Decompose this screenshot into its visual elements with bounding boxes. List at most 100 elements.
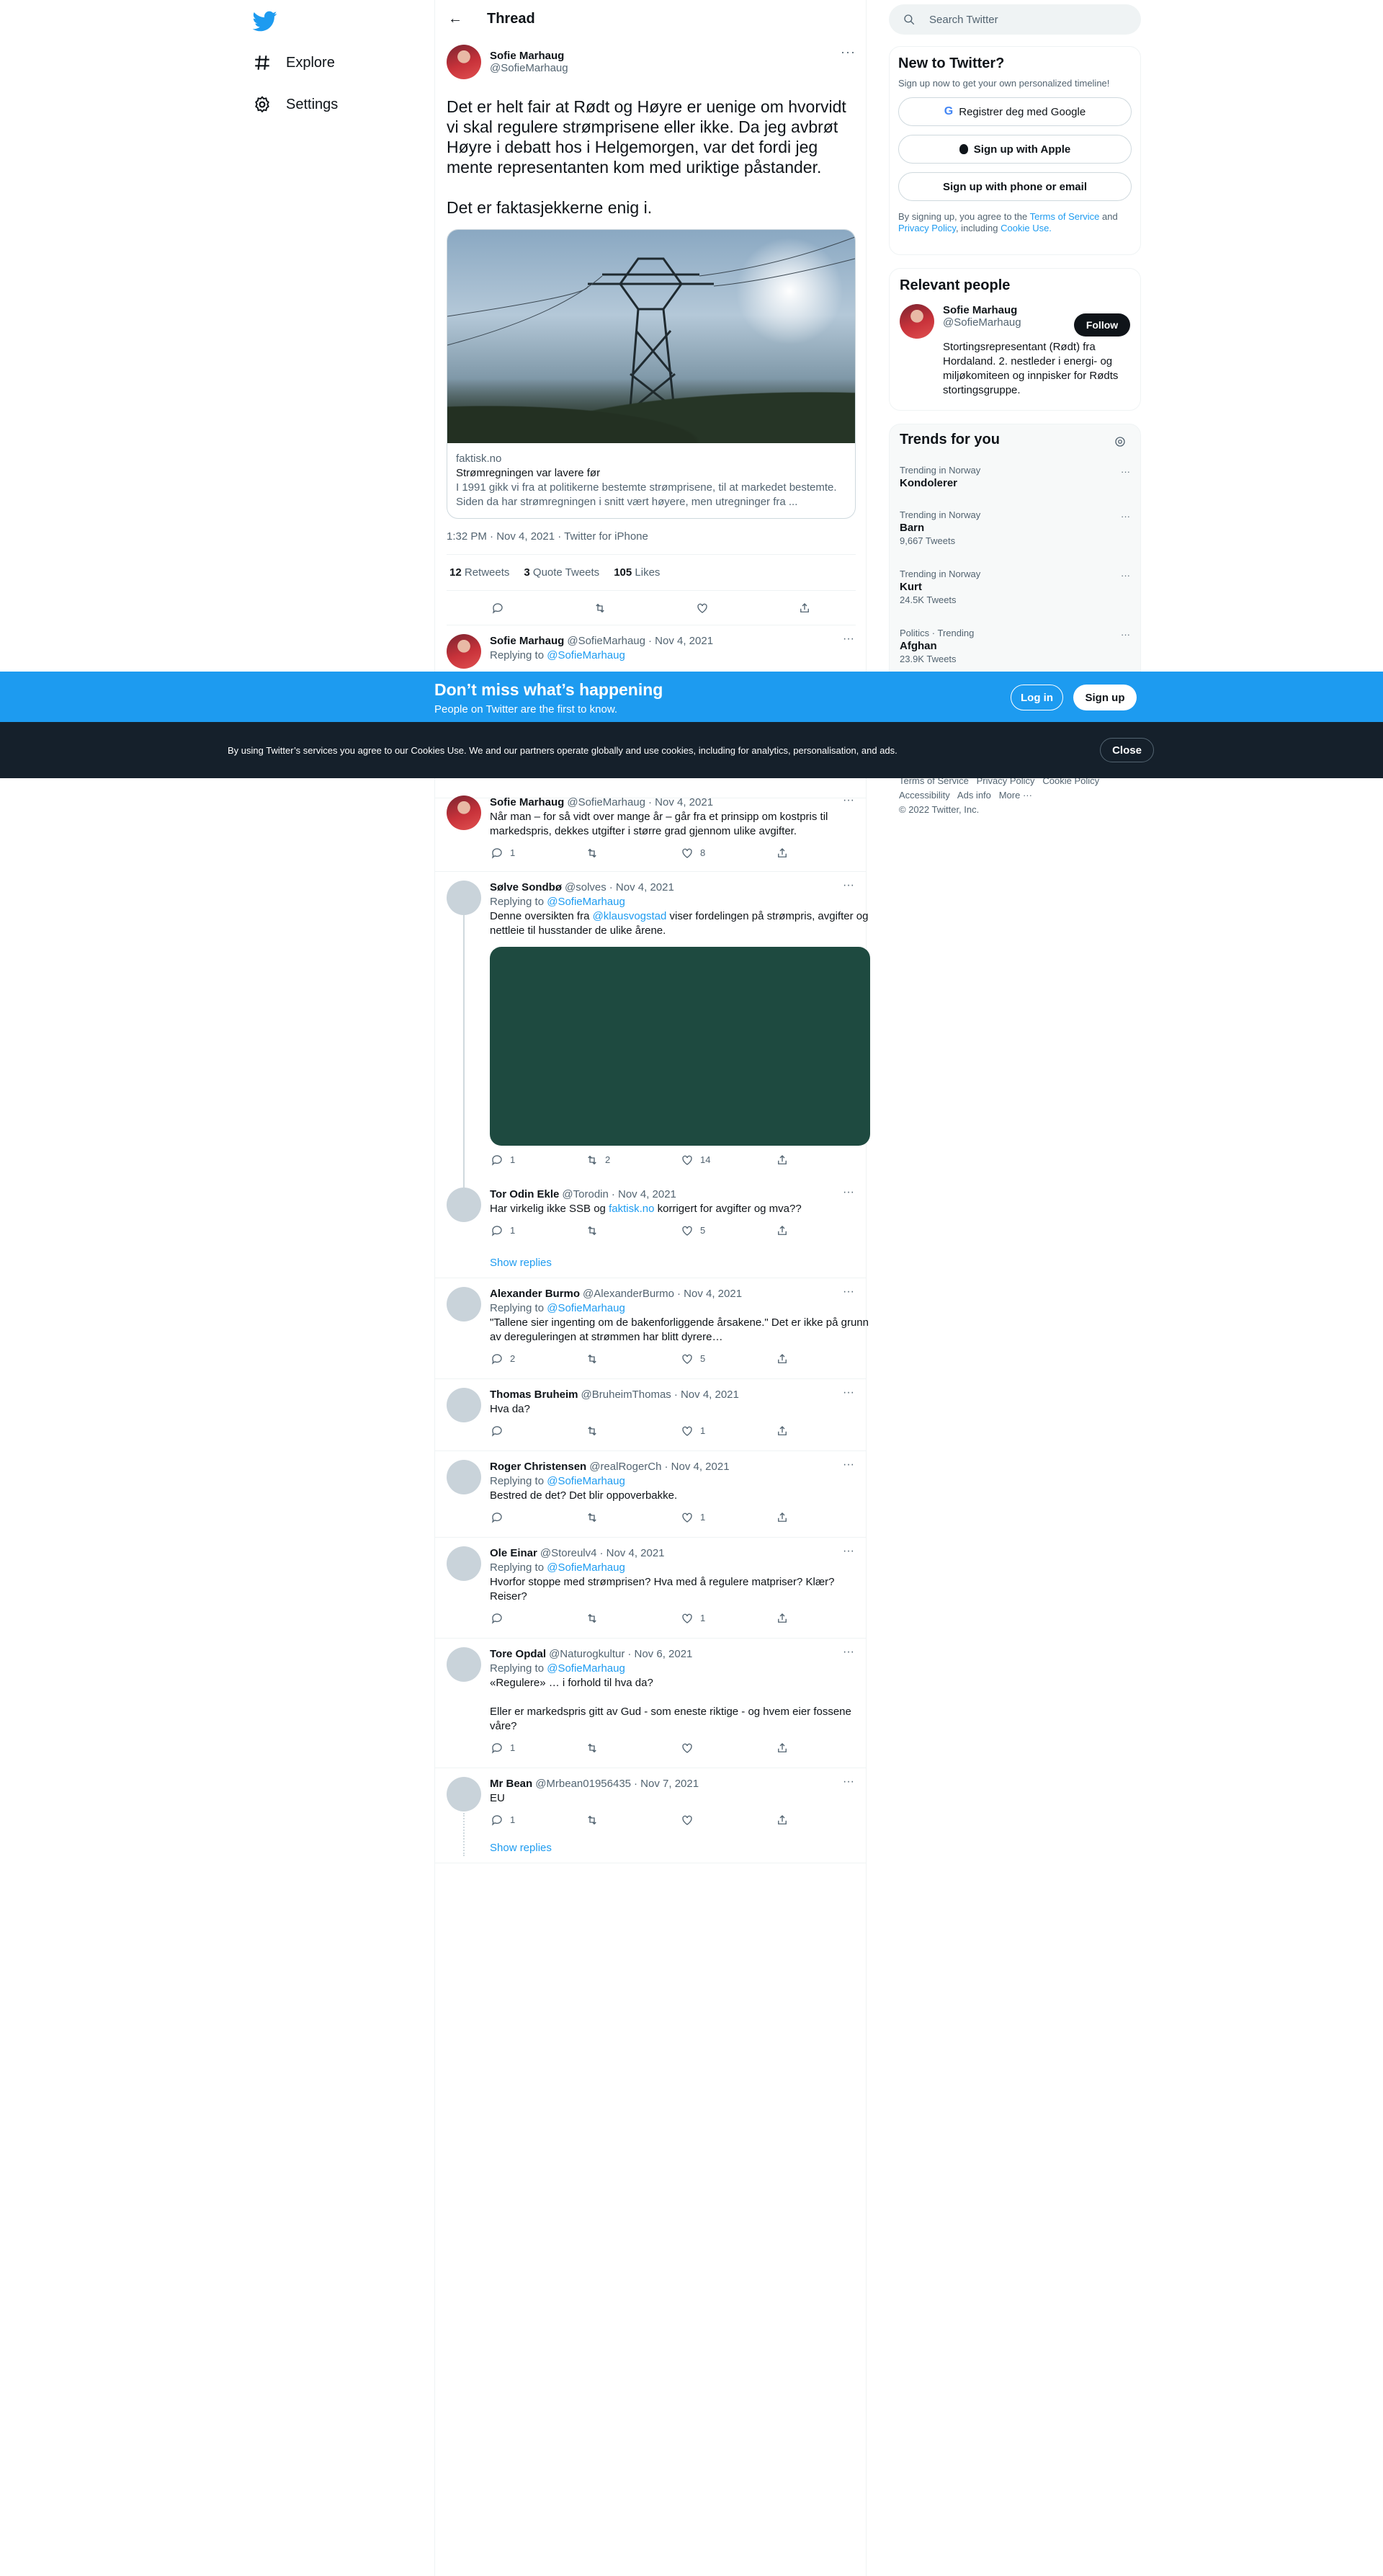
retweet-icon[interactable] [585,1153,599,1167]
like-icon[interactable] [695,601,710,615]
focal-tweet-author[interactable]: Sofie Marhaug @SofieMarhaug [447,45,856,79]
more-options-icon[interactable]: ··· [1121,511,1130,522]
reply-author-handle[interactable]: @solves [565,881,607,895]
quotes-stat[interactable]: 3 Quote Tweets [524,566,599,579]
trend-item[interactable]: Politics · Trending Afghan 23.9K Tweets ··… [900,628,1130,665]
nav-settings[interactable]: Settings [253,86,338,122]
mention-link[interactable]: @SofieMarhaug [547,1561,625,1574]
share-icon[interactable] [775,1424,789,1438]
more-options-icon[interactable]: ··· [843,1545,854,1558]
follow-button[interactable]: Follow [1074,313,1130,337]
like-icon[interactable] [680,1153,694,1167]
reply-tweet[interactable]: Thomas Bruheim @BruheimThomas · Nov 4, 202… [435,1379,866,1451]
retweet-icon[interactable] [585,1224,599,1238]
twitter-logo-icon[interactable] [252,9,277,33]
reply-date[interactable]: · Nov 4, 2021 [599,1546,664,1561]
share-icon[interactable] [775,1510,789,1525]
gear-icon[interactable] [1113,434,1127,449]
trend-item[interactable]: Trending in Norway Barn 9,667 Tweets ··· [900,509,1130,547]
avatar[interactable] [900,304,934,339]
avatar[interactable] [447,634,481,669]
more-options-icon[interactable]: ··· [1121,466,1130,478]
reply-author-name[interactable]: Tore Opdal [490,1647,546,1662]
mention-link[interactable]: faktisk.no [609,1203,654,1215]
retweet-icon[interactable] [585,1813,599,1827]
reply-icon[interactable] [490,846,504,860]
reply-date[interactable]: · Nov 6, 2021 [627,1647,692,1662]
mention-link[interactable]: @SofieMarhaug [547,649,625,661]
reply-author-handle[interactable]: @Torodin [562,1187,608,1202]
retweet-icon[interactable] [585,1510,599,1525]
retweet-icon[interactable] [585,1352,599,1366]
retweet-icon[interactable] [585,1424,599,1438]
reply-date[interactable]: · Nov 4, 2021 [609,881,674,895]
like-icon[interactable] [680,1741,694,1755]
reply-icon[interactable] [491,601,505,615]
reply-icon[interactable] [490,1153,504,1167]
like-icon[interactable] [680,1813,694,1827]
like-icon[interactable] [680,1510,694,1525]
like-icon[interactable] [680,1611,694,1626]
reply-icon[interactable] [490,1611,504,1626]
share-icon[interactable] [775,1153,789,1167]
avatar[interactable] [447,45,481,79]
reply-author-handle[interactable]: @BruheimThomas [581,1388,671,1402]
mention-link[interactable]: @SofieMarhaug [547,1475,625,1487]
more-options-icon[interactable]: ··· [843,794,854,807]
avatar[interactable] [447,881,481,915]
show-replies-link[interactable]: Show replies [490,1257,552,1269]
author-name[interactable]: Sofie Marhaug [490,50,568,62]
reply-date[interactable]: · Nov 4, 2021 [612,1187,676,1202]
avatar[interactable] [447,1647,481,1682]
reply-date[interactable]: · Nov 4, 2021 [648,795,713,810]
reply-date[interactable]: · Nov 4, 2021 [664,1460,729,1474]
reply-author-handle[interactable]: @realRogerCh [589,1460,661,1474]
reply-author-name[interactable]: Alexander Burmo [490,1287,580,1301]
more-options-icon[interactable]: ··· [843,1285,854,1298]
reply-date[interactable]: · Nov 7, 2021 [634,1777,699,1791]
avatar[interactable] [447,1546,481,1581]
share-icon[interactable] [775,846,789,860]
more-options-icon[interactable]: ··· [843,1775,854,1788]
likes-stat[interactable]: 105 Likes [614,566,660,579]
terms-link[interactable]: Terms of Service [1030,211,1100,222]
avatar[interactable] [447,1187,481,1222]
login-button[interactable]: Log in [1011,685,1063,710]
share-icon[interactable] [775,1611,789,1626]
reply-author-name[interactable]: Thomas Bruheim [490,1388,578,1402]
share-icon[interactable] [775,1224,789,1238]
like-icon[interactable] [680,1352,694,1366]
reply-author-name[interactable]: Tor Odin Ekle [490,1187,559,1202]
show-replies-link[interactable]: Show replies [490,1842,552,1854]
more-options-icon[interactable]: ··· [843,1386,854,1399]
share-icon[interactable] [775,1352,789,1366]
avatar[interactable] [447,795,481,830]
cookie-link[interactable]: Cookie Use. [1001,223,1052,233]
mention-link[interactable]: @SofieMarhaug [547,1302,625,1314]
mention-link[interactable]: @SofieMarhaug [547,896,625,908]
mention-link[interactable]: @klausvogstad [593,910,667,922]
reply-tweet[interactable]: Sølve Sondbø @solves · Nov 4, 2021 Replyin… [435,872,870,1179]
reply-icon[interactable] [490,1352,504,1366]
avatar[interactable] [447,1287,481,1322]
mention-link[interactable]: @SofieMarhaug [547,1662,625,1675]
more-options-icon[interactable]: ··· [843,1186,854,1199]
share-icon[interactable] [775,1741,789,1755]
author-handle[interactable]: @SofieMarhaug [490,62,568,74]
tweet-timestamp[interactable]: 1:32 PM · Nov 4, 2021 · Twitter for iPho… [447,530,856,555]
like-icon[interactable] [680,846,694,860]
reply-tweet[interactable]: Ole Einar @Storeulv4 · Nov 4, 2021 Replyin… [435,1538,866,1639]
reply-author-handle[interactable]: @Naturogkultur [549,1647,625,1662]
reply-tweet[interactable]: Alexander Burmo @AlexanderBurmo · Nov 4, 2… [435,1278,869,1379]
trend-item[interactable]: Trending in Norway Kurt 24.5K Tweets ··· [900,569,1130,606]
reply-date[interactable]: · Nov 4, 2021 [677,1287,742,1301]
reply-icon[interactable] [490,1510,504,1525]
reply-author-name[interactable]: Sofie Marhaug [490,795,564,810]
google-signup-button[interactable]: G Registrer deg med Google [898,97,1132,126]
reply-media-image[interactable] [490,947,870,1146]
reply-author-handle[interactable]: @SofieMarhaug [567,795,645,810]
signup-button[interactable]: Sign up [1073,685,1137,710]
retweet-icon[interactable] [585,846,599,860]
reply-icon[interactable] [490,1813,504,1827]
avatar[interactable] [447,1777,481,1811]
